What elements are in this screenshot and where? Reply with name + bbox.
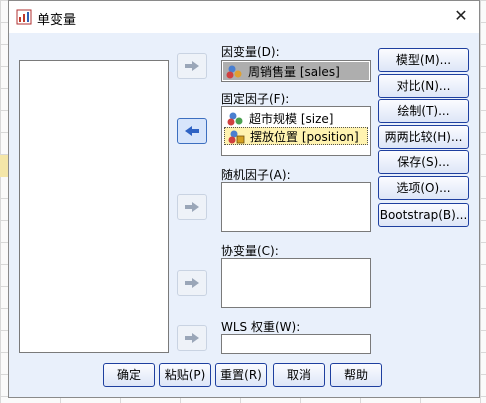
save-button[interactable]: 保存(S)... [378,150,469,174]
options-button[interactable]: 选项(O)... [378,176,469,200]
fixed-factor-text: 超市规模 [size] [249,111,334,126]
move-to-dependent-button[interactable] [177,53,207,79]
bootstrap-button[interactable]: Bootstrap(B)... [378,203,469,227]
move-to-random-factor-button[interactable] [177,194,207,220]
dialog-body: 因变量(D): 周销售量 [sales] 固定因子(F): 超市规模 [size… [9,33,479,397]
covariates-list[interactable] [221,258,371,308]
ordinal-variable-icon [227,112,243,125]
dialog-title: 单变量 [37,13,77,28]
arrow-right-icon [185,278,199,288]
reset-button[interactable]: 重置(R) [215,363,267,387]
covariates-label: 协变量(C): [221,244,279,258]
fixed-factor-text: 摆放位置 [position] [250,129,359,144]
move-from-fixed-factor-button[interactable] [177,118,207,144]
arrow-left-icon [185,126,199,136]
contrasts-button[interactable]: 对比(N)... [378,74,469,98]
wls-weight-field[interactable] [221,334,371,354]
cancel-button[interactable]: 取消 [273,363,325,387]
close-button[interactable]: ✕ [449,5,473,27]
fixed-factor-item-selected[interactable]: 摆放位置 [position] [224,127,368,145]
dependent-variable-text: 周销售量 [sales] [248,64,340,79]
scale-variable-icon [226,65,242,78]
univariate-dialog: 单变量 ✕ 因变量(D): 周销售量 [sales] 固定因子(F): 超市规模… [8,0,480,398]
arrow-right-icon [185,333,199,343]
wls-weight-label: WLS 权重(W): [221,320,301,334]
background-selected-cell [0,155,8,177]
random-factors-list[interactable] [221,182,371,232]
post-hoc-button[interactable]: 两两比较(H)... [378,125,469,149]
fixed-factors-label: 固定因子(F): [221,92,290,106]
arrow-right-icon [185,202,199,212]
help-button[interactable]: 帮助 [330,363,382,387]
fixed-factors-list[interactable]: 超市规模 [size] 摆放位置 [position] [221,106,371,156]
dialog-app-icon [16,9,32,25]
model-button[interactable]: 模型(M)... [378,48,469,72]
ok-button[interactable]: 确定 [103,363,155,387]
title-bar: 单变量 ✕ [9,1,479,33]
source-variable-list[interactable] [19,60,169,353]
dependent-field[interactable]: 周销售量 [sales] [221,60,371,82]
nominal-variable-icon [228,130,245,143]
arrow-right-icon [185,61,199,71]
dependent-label: 因变量(D): [221,45,280,59]
move-to-wls-weight-button[interactable] [177,325,207,351]
dependent-variable-item[interactable]: 周销售量 [sales] [223,62,369,80]
fixed-factor-item[interactable]: 超市规模 [size] [224,109,368,127]
move-to-covariate-button[interactable] [177,270,207,296]
random-factors-label: 随机因子(A): [221,168,291,182]
paste-button[interactable]: 粘贴(P) [159,363,211,387]
plots-button[interactable]: 绘制(T)... [378,99,469,123]
